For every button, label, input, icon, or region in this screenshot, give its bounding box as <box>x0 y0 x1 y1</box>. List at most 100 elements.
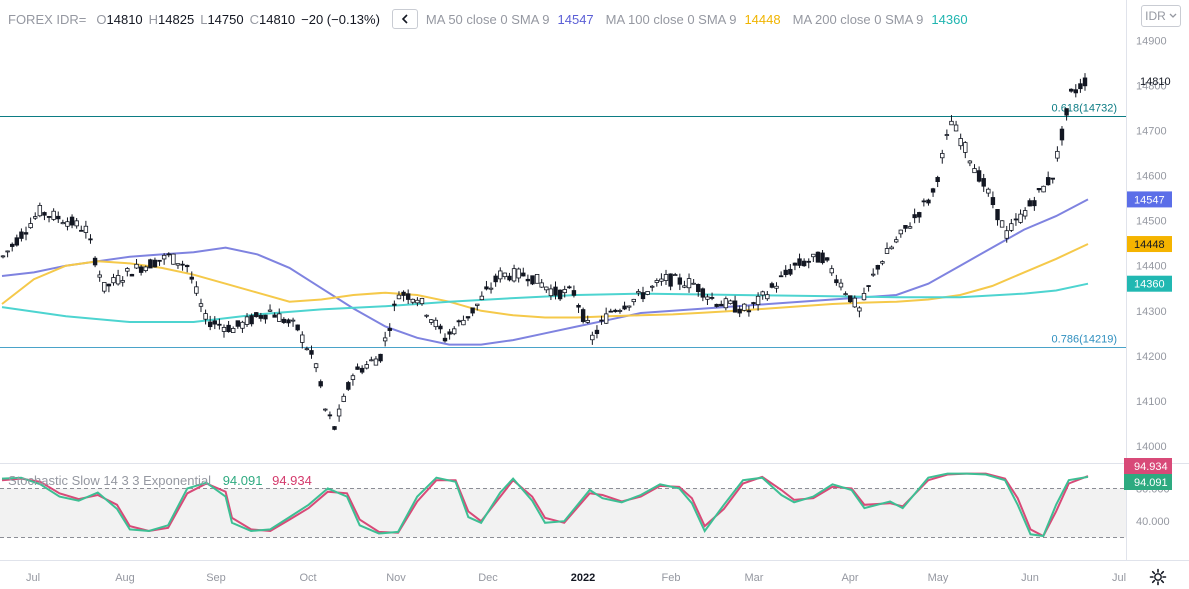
candle-body <box>465 316 471 319</box>
candle-body <box>714 303 719 307</box>
candle <box>171 253 176 265</box>
price-tick-label: 14500 <box>1136 216 1167 228</box>
candle-body <box>415 299 420 304</box>
candle-body <box>387 328 392 331</box>
candle-body <box>143 266 148 272</box>
candle-body <box>175 263 181 266</box>
candle <box>161 253 167 265</box>
candle <box>452 326 457 336</box>
candle-body <box>396 294 402 300</box>
candle <box>465 316 471 321</box>
candle-body <box>534 274 540 284</box>
candle-body <box>774 285 779 289</box>
candle <box>995 209 1000 226</box>
candle <box>1055 146 1060 162</box>
candle <box>318 379 323 389</box>
candle-body <box>277 313 282 322</box>
candle <box>350 373 356 386</box>
candle-body <box>0 255 6 258</box>
candle-body <box>231 328 236 333</box>
candle-body <box>594 329 600 335</box>
candle <box>898 229 904 238</box>
candle <box>917 211 922 223</box>
candle <box>323 408 328 412</box>
candle-body <box>74 220 79 227</box>
ma50-label[interactable]: MA 50 close 0 SMA 9 <box>426 12 550 27</box>
candle-body <box>359 367 365 373</box>
collapse-legend-button[interactable] <box>391 9 418 29</box>
candle-body <box>10 243 15 247</box>
candle <box>806 258 811 269</box>
candle-body <box>479 295 485 301</box>
candle-body <box>189 276 194 280</box>
candle-body <box>1027 200 1032 207</box>
candle-body <box>19 231 24 239</box>
candle <box>1009 218 1014 233</box>
candle-body <box>1059 128 1065 141</box>
candle-body <box>152 259 158 268</box>
candle-body <box>926 199 931 204</box>
candle-body <box>990 197 996 206</box>
candle-body <box>79 229 84 232</box>
candle-body <box>788 268 793 275</box>
candle-body <box>37 205 43 217</box>
candle <box>788 264 793 277</box>
candle <box>613 308 618 313</box>
chevron-left-icon <box>401 14 408 24</box>
candle-body <box>723 298 729 309</box>
candle-body <box>857 307 862 312</box>
candle <box>516 267 521 283</box>
candle <box>608 308 613 313</box>
candle <box>23 226 29 241</box>
time-tick-label: 2022 <box>571 572 595 584</box>
currency-selector[interactable]: IDR <box>1141 5 1181 27</box>
candle <box>129 273 135 277</box>
time-axis[interactable]: Jul Aug Sep Oct Nov Dec 2022 Feb Mar Apr May Jun Jul <box>26 572 1126 584</box>
stochastic-label[interactable]: Stochastic Slow 14 3 3 Exponential <box>8 473 211 488</box>
candle-body <box>705 296 710 300</box>
candle <box>912 208 917 224</box>
time-tick-label: Jul <box>1112 572 1126 584</box>
candle-body <box>171 253 176 265</box>
candle-body <box>958 138 963 147</box>
price-tick-label: 14900 <box>1136 35 1167 47</box>
candle-body <box>304 348 310 351</box>
ma100-label[interactable]: MA 100 close 0 SMA 9 <box>606 12 737 27</box>
candle <box>944 129 950 140</box>
candle <box>217 318 222 330</box>
candle-body <box>553 286 558 296</box>
settings-gear-icon[interactable] <box>1149 568 1167 586</box>
ma200-label[interactable]: MA 200 close 0 SMA 9 <box>793 12 924 27</box>
candle <box>277 308 282 322</box>
candle <box>935 175 940 188</box>
candle-body <box>401 291 406 296</box>
candle <box>594 325 600 339</box>
candle <box>157 259 162 266</box>
candle <box>1032 196 1037 211</box>
candle-body <box>442 337 448 342</box>
candle <box>742 303 747 312</box>
candle <box>557 289 563 301</box>
ohlc-legend: FOREX IDR= O 14810 H 14825 L 14750 C 148… <box>8 9 980 29</box>
stochastic-d-badge-label: 94.934 <box>1134 461 1168 473</box>
candle <box>240 320 245 333</box>
candle-body <box>332 426 337 430</box>
price-axis[interactable]: 14000 14100 14200 14300 14400 14500 14600 14700… <box>1127 35 1172 453</box>
candle-body <box>456 320 462 323</box>
candle-body <box>138 266 144 273</box>
candle <box>42 211 47 221</box>
candle <box>51 208 56 221</box>
candle-body <box>525 278 531 282</box>
stochastic-band <box>0 488 1126 538</box>
candle <box>903 225 908 233</box>
symbol-label[interactable]: FOREX IDR= <box>8 12 86 27</box>
candle-body <box>792 262 798 266</box>
candle-body <box>97 274 102 278</box>
candle-body <box>1022 210 1028 217</box>
candle-body <box>336 408 342 417</box>
candle-body <box>567 286 572 289</box>
candle-body <box>498 270 503 280</box>
chart-canvas[interactable]: 0.618(14732) 0.786(14219) 14000 14100 14200… <box>0 0 1189 589</box>
candle-body <box>447 331 452 335</box>
candle-body <box>212 320 217 325</box>
